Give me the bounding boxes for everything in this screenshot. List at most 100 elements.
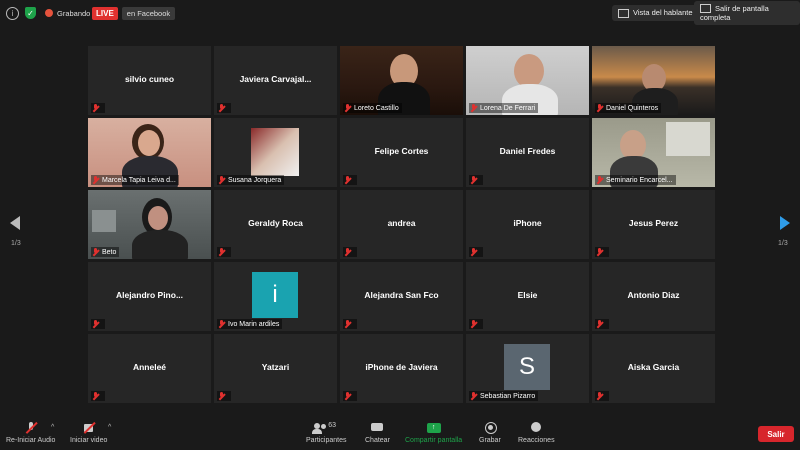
participant-name: Alejandro Pino... — [115, 290, 184, 300]
reactions-label: Reacciones — [518, 437, 555, 444]
participant-label — [595, 247, 609, 257]
chat-button[interactable]: Chatear — [365, 422, 390, 444]
person-head — [514, 54, 544, 88]
mic-muted-icon — [344, 248, 351, 256]
mic-muted-icon — [218, 320, 225, 328]
mic-muted-icon — [344, 104, 351, 112]
participant-label: Seminario Encarcel... — [595, 175, 676, 185]
participant-name: silvio cuneo — [124, 74, 175, 84]
participant-tile[interactable]: Yatzari — [214, 334, 337, 403]
participant-tile[interactable]: Antonio Diaz — [592, 262, 715, 331]
whiteboard — [666, 122, 710, 156]
participant-tile[interactable]: silvio cuneo — [88, 46, 211, 115]
participant-tile[interactable]: Felipe Cortes — [340, 118, 463, 187]
participant-tile[interactable]: Alejandra San Fco — [340, 262, 463, 331]
participant-avatar-tile[interactable]: S Sebastian Pizarro — [466, 334, 589, 403]
unmute-label: Re-Iniciar Audio — [6, 437, 56, 444]
participant-name: Alejandra San Fco — [364, 290, 439, 300]
info-button[interactable]: i — [6, 5, 19, 21]
reactions-icon — [529, 422, 543, 434]
mic-muted-icon — [470, 104, 477, 112]
video-options-caret-icon[interactable]: ^ — [108, 424, 111, 431]
participant-tile[interactable]: Javiera Carvajal... — [214, 46, 337, 115]
share-screen-button[interactable]: ↑ Compartir pantalla — [405, 422, 462, 444]
avatar: S — [504, 344, 550, 390]
mic-muted-icon — [596, 392, 603, 400]
participant-name: Yatzari — [261, 362, 290, 372]
mic-muted-icon — [218, 104, 225, 112]
recording-label: Grabando — [57, 8, 91, 18]
prev-page-arrow-icon[interactable] — [10, 216, 20, 230]
active-speaker-tile[interactable]: Marcela Tapia Leiva d... — [88, 118, 211, 187]
mic-muted-icon — [470, 392, 477, 400]
participant-tile[interactable]: iPhone de Javiera — [340, 334, 463, 403]
person-body — [132, 230, 188, 259]
participant-tile[interactable]: andrea — [340, 190, 463, 259]
reactions-button[interactable]: Reacciones — [518, 422, 555, 444]
mic-muted-icon — [92, 104, 99, 112]
participant-video-tile[interactable]: Susana Jorquera — [214, 118, 337, 187]
record-icon — [483, 422, 497, 434]
record-button[interactable]: Grabar — [479, 422, 501, 444]
mic-muted-icon — [218, 248, 225, 256]
participant-label — [595, 319, 609, 329]
participant-tile[interactable]: Daniel Fredes — [466, 118, 589, 187]
participant-name: Daniel Fredes — [499, 146, 556, 156]
participant-name: Antonio Diaz — [627, 290, 680, 300]
participant-label: Beto — [91, 247, 120, 257]
participant-video-tile[interactable]: Lorena De Ferrari — [466, 46, 589, 115]
participant-tile[interactable]: Aiska Garcia — [592, 334, 715, 403]
participant-label — [469, 175, 483, 185]
mic-muted-icon — [344, 392, 351, 400]
recording-indicator: Grabando — [45, 5, 90, 21]
live-indicator[interactable]: LIVE en Facebook — [92, 5, 176, 21]
participant-label: Ivo Marin ardiles — [217, 319, 283, 329]
participant-tile[interactable]: Alejandro Pino... — [88, 262, 211, 331]
facebook-label: en Facebook — [121, 6, 176, 20]
mic-muted-icon — [596, 248, 603, 256]
participant-video-tile[interactable]: Seminario Encarcel... — [592, 118, 715, 187]
participant-label — [343, 247, 357, 257]
participant-label — [343, 175, 357, 185]
participants-count: 63 — [328, 422, 337, 429]
participant-avatar-tile[interactable]: i Ivo Marin ardiles — [214, 262, 337, 331]
participant-label — [469, 247, 483, 257]
next-page-arrow-icon[interactable] — [780, 216, 790, 230]
start-video-button[interactable]: Iniciar video — [70, 421, 108, 444]
participant-label — [91, 103, 105, 113]
participant-label — [595, 391, 609, 401]
mic-muted-icon — [596, 176, 603, 184]
exit-fullscreen-button[interactable]: Salir de pantalla completa — [694, 0, 800, 26]
participant-tile[interactable]: Geraldy Roca — [214, 190, 337, 259]
leave-button[interactable]: Salir — [758, 426, 794, 442]
participant-name: Aiska Garcia — [627, 362, 680, 372]
participant-tile[interactable]: iPhone — [466, 190, 589, 259]
participant-video-tile[interactable]: Loreto Castillo — [340, 46, 463, 115]
share-screen-icon: ↑ — [426, 422, 441, 434]
participant-label — [217, 391, 231, 401]
participant-tile[interactable]: Jesus Perez — [592, 190, 715, 259]
mic-muted-icon — [92, 320, 99, 328]
participant-video-tile[interactable]: Beto — [88, 190, 211, 259]
participant-label: Marcela Tapia Leiva d... — [91, 175, 179, 185]
participant-label: Lorena De Ferrari — [469, 103, 539, 113]
shield-icon: ✓ — [25, 7, 36, 19]
participant-video-tile[interactable]: Daniel Quinteros — [592, 46, 715, 115]
participant-name: Jesus Perez — [628, 218, 679, 228]
avatar: i — [252, 272, 298, 318]
audio-options-caret-icon[interactable]: ^ — [51, 424, 54, 431]
mic-muted-icon — [596, 104, 603, 112]
mic-muted-icon — [470, 176, 477, 184]
page-indicator-left: 1/3 — [11, 240, 21, 247]
encryption-indicator[interactable]: ✓ — [25, 5, 36, 21]
participant-name: Felipe Cortes — [374, 146, 429, 156]
participant-tile[interactable]: Anneleé — [88, 334, 211, 403]
unmute-button[interactable]: Re-Iniciar Audio — [6, 421, 56, 444]
info-icon: i — [6, 6, 19, 20]
record-label: Grabar — [479, 437, 501, 444]
participants-button[interactable]: 63 Participantes — [306, 422, 346, 444]
participant-tile[interactable]: Elsie — [466, 262, 589, 331]
start-video-label: Iniciar video — [70, 437, 108, 444]
live-badge: LIVE — [92, 6, 118, 20]
speaker-view-button[interactable]: Vista del hablante — [612, 5, 699, 21]
